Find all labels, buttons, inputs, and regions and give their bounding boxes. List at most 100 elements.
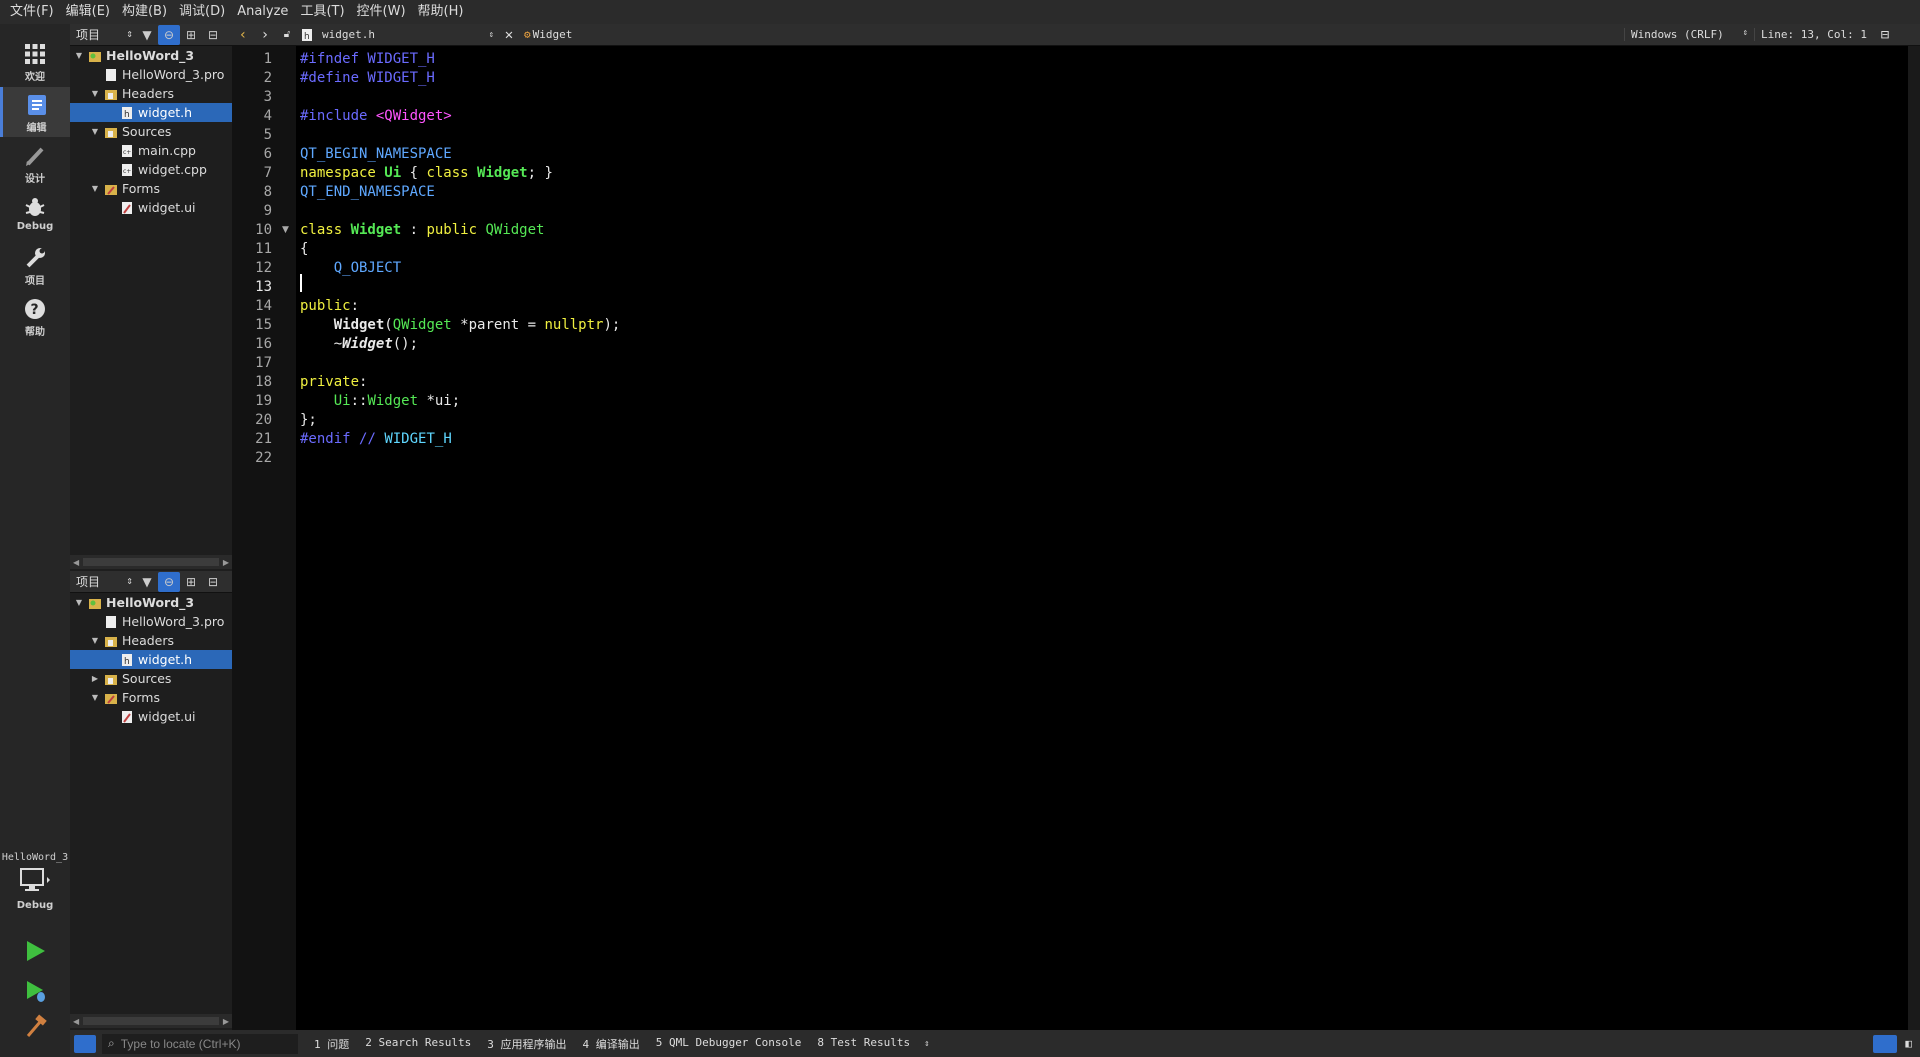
code-editor[interactable]: #ifndef WIDGET_H #define WIDGET_H #include…: [296, 46, 1920, 1030]
tree-item[interactable]: h widget.h: [70, 650, 232, 669]
menu-item[interactable]: 控件(W): [351, 0, 412, 24]
menu-item[interactable]: 构建(B): [116, 0, 173, 24]
progress-toggle-button[interactable]: [1873, 1034, 1898, 1053]
mode-grid[interactable]: 欢迎: [0, 36, 70, 86]
tree-item[interactable]: c++ widget.cpp: [70, 160, 232, 179]
expand-down-icon[interactable]: ▼: [90, 89, 100, 98]
mode-label: 编辑: [26, 123, 47, 134]
menu-item[interactable]: Analyze: [231, 0, 294, 24]
symbol-selector[interactable]: ⚙︎ Widget: [524, 28, 1624, 41]
horizontal-scrollbar[interactable]: ◀ ▶: [70, 555, 232, 569]
output-tab[interactable]: 3 应用程序输出: [479, 1036, 574, 1052]
editor-toolbar: ‹ › 🔓︎ h widget.h ⇕ ✕ ⚙︎ Widget Windows …: [232, 24, 1920, 46]
output-tab[interactable]: 5 QML Debugger Console: [648, 1036, 810, 1052]
tree-item[interactable]: ▼ Sources: [70, 122, 232, 141]
close-pane-icon[interactable]: ⊟: [202, 25, 224, 45]
run-button[interactable]: [22, 938, 48, 964]
split-editor-icon[interactable]: ⊟: [1874, 27, 1896, 43]
fold-marker-icon[interactable]: ▼: [282, 225, 289, 235]
output-tab[interactable]: 1 问题: [306, 1036, 357, 1052]
tree-item-label: widget.ui: [138, 709, 196, 724]
code-token: ~: [300, 336, 343, 352]
filter-icon[interactable]: ▼: [136, 25, 158, 45]
code-token: Widget: [342, 336, 393, 352]
locator-input[interactable]: ⌕ Type to locate (Ctrl+K): [102, 1033, 298, 1054]
line-number: 5: [263, 127, 272, 143]
tree-item[interactable]: ▼ Headers: [70, 84, 232, 103]
monitor-icon: [20, 868, 50, 891]
folder-icon: [104, 87, 118, 101]
link-icon[interactable]: ⊖: [158, 571, 180, 592]
tree-item-label: widget.h: [138, 652, 193, 667]
close-document-icon[interactable]: ✕: [498, 27, 520, 43]
expand-down-icon[interactable]: ▼: [74, 598, 84, 607]
line-number: 20: [255, 412, 272, 428]
horizontal-scrollbar[interactable]: ◀ ▶: [70, 1014, 232, 1028]
back-arrow-icon[interactable]: ‹: [232, 27, 254, 43]
tree-item[interactable]: ▶ Sources: [70, 669, 232, 688]
toggle-sidebar-button[interactable]: [74, 1034, 96, 1053]
expand-down-icon[interactable]: ▼: [74, 51, 84, 60]
tree-item[interactable]: c++ main.cpp: [70, 141, 232, 160]
tree-item[interactable]: HelloWord_3.pro: [70, 65, 232, 84]
code-token: Widget: [367, 393, 419, 409]
vertical-scrollbar[interactable]: [1908, 46, 1920, 1030]
line-ending-selector[interactable]: Windows (CRLF) ⇕: [1624, 28, 1754, 41]
menu-item[interactable]: 调试(D): [173, 0, 231, 24]
debug-run-button[interactable]: [22, 978, 48, 1004]
menu-item[interactable]: 帮助(H): [412, 0, 470, 24]
tree-item-label: widget.cpp: [138, 162, 207, 177]
build-hammer-button[interactable]: [22, 1014, 48, 1040]
more-tabs-icon[interactable]: ⇕: [924, 1039, 929, 1049]
tree-item[interactable]: h widget.h: [70, 103, 232, 122]
code-token: :: [401, 222, 427, 238]
forward-arrow-icon[interactable]: ›: [254, 27, 276, 43]
expand-down-icon[interactable]: ▼: [90, 184, 100, 193]
tree-item[interactable]: HelloWord_3.pro: [70, 612, 232, 631]
view-selector[interactable]: 项目 ⇕: [72, 26, 136, 44]
close-pane-icon[interactable]: ⊟: [202, 572, 224, 592]
output-tab[interactable]: 8 Test Results: [809, 1036, 918, 1052]
line-number-gutter: 1 2 3 4 5 6 7 8 9 10 ▼ 11 12 13 14 15 16 17 18 19 20 21 22: [232, 46, 296, 1030]
menu-item[interactable]: 编辑(E): [60, 0, 116, 24]
tree-item[interactable]: ▼ Headers: [70, 631, 232, 650]
expand-down-icon[interactable]: ▼: [90, 636, 100, 645]
mode-edit-doc[interactable]: 编辑: [0, 87, 70, 137]
output-tab[interactable]: 4 编译输出: [574, 1036, 647, 1052]
code-line: ~Widget();: [300, 335, 418, 354]
folder-icon: [104, 672, 118, 686]
tree-item[interactable]: widget.ui: [70, 198, 232, 217]
split-icon[interactable]: ⊞: [180, 572, 202, 592]
view-selector-label: 项目: [76, 575, 101, 589]
expand-down-icon[interactable]: ▼: [90, 127, 100, 136]
output-tab[interactable]: 2 Search Results: [357, 1036, 479, 1052]
tree-item-label: Sources: [122, 124, 172, 139]
tree-item[interactable]: widget.ui: [70, 707, 232, 726]
filter-icon[interactable]: ▼: [136, 572, 158, 592]
cpp-file-icon: c++: [120, 163, 136, 177]
wrench-icon: [23, 246, 47, 270]
tree-item[interactable]: ▼ Forms: [70, 688, 232, 707]
open-documents-selector[interactable]: h widget.h ⇕: [298, 28, 498, 42]
expand-right-icon[interactable]: ▶: [90, 674, 100, 683]
mode-wrench[interactable]: 项目: [0, 240, 70, 290]
mode-bug[interactable]: Debug: [0, 189, 70, 239]
tree-item[interactable]: ▼ HelloWord_3: [70, 46, 232, 65]
right-sidebar-toggle-icon[interactable]: ◧: [1905, 1037, 1912, 1050]
code-token: ::: [350, 393, 368, 409]
tree-item[interactable]: ▼ Forms: [70, 179, 232, 198]
code-line: #ifndef WIDGET_H: [300, 50, 435, 69]
menu-item[interactable]: 工具(T): [294, 0, 350, 24]
expand-down-icon[interactable]: ▼: [90, 693, 100, 702]
kit-selector[interactable]: HelloWord_3 Debug: [0, 852, 70, 911]
tree-item[interactable]: ▼ HelloWord_3: [70, 593, 232, 612]
mode-pencil[interactable]: 设计: [0, 138, 70, 188]
menu-item[interactable]: 文件(F): [4, 0, 60, 24]
view-selector[interactable]: 项目 ⇕: [72, 573, 136, 591]
link-icon[interactable]: ⊖: [158, 24, 180, 45]
pane-toolbar: 项目 ⇕ ▼ ⊖ ⊞ ⊟: [70, 571, 232, 593]
pencil-icon: [23, 144, 47, 168]
mode-help[interactable]: ? 帮助: [0, 291, 70, 341]
split-icon[interactable]: ⊞: [180, 25, 202, 45]
